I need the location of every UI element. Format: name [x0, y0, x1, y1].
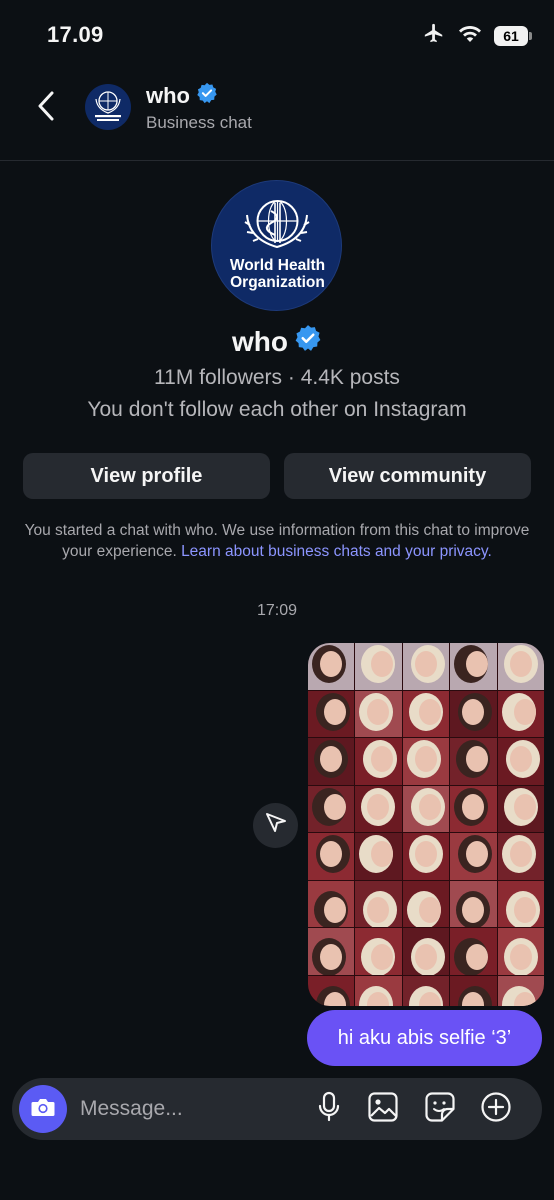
sticker-icon	[424, 1091, 456, 1128]
privacy-link[interactable]: Learn about business chats and your priv…	[181, 543, 492, 560]
wifi-icon	[458, 23, 482, 48]
chevron-left-icon	[36, 90, 56, 127]
share-button[interactable]	[253, 803, 298, 848]
business-chat-notice: You started a chat with who. We use info…	[10, 520, 544, 562]
collage-photo	[308, 975, 355, 1006]
collage-photo	[497, 738, 544, 785]
collage-photo	[308, 785, 355, 832]
send-icon	[264, 811, 288, 840]
who-logo: World Health Organization	[230, 200, 325, 291]
plus-circle-icon	[480, 1091, 512, 1128]
logo-text-line-2: Organization	[230, 274, 325, 291]
collage-photo	[355, 738, 402, 785]
collage-photo	[450, 975, 497, 1006]
profile-username: who	[232, 325, 288, 357]
gallery-button[interactable]	[366, 1091, 400, 1128]
sent-message-text: hi aku abis selfie ‘3’	[337, 1026, 512, 1049]
message-composer	[12, 1078, 542, 1140]
collage-photo	[355, 785, 402, 832]
collage-photo	[450, 880, 497, 927]
profile-avatar[interactable]: World Health Organization	[211, 180, 342, 311]
camera-button[interactable]	[19, 1085, 67, 1133]
collage-photo	[450, 928, 497, 975]
status-icons: 61	[422, 22, 532, 49]
collage-photo	[355, 690, 402, 737]
collage-photo	[308, 833, 355, 880]
photo-collage	[308, 643, 544, 1006]
sticker-button[interactable]	[423, 1091, 457, 1128]
collage-photo	[497, 643, 544, 690]
collage-photo	[402, 928, 450, 975]
collage-photo	[402, 833, 450, 880]
collage-photo	[450, 833, 497, 880]
camera-icon	[30, 1096, 56, 1123]
microphone-button[interactable]	[312, 1091, 346, 1128]
header-name[interactable]: who	[146, 82, 218, 110]
collage-photo	[497, 975, 544, 1006]
collage-photo	[308, 880, 355, 927]
collage-photo	[402, 738, 450, 785]
collage-photo	[308, 643, 355, 690]
profile-stats: 11M followers · 4.4K posts	[154, 366, 400, 389]
header-username: who	[146, 83, 190, 108]
collage-photo	[355, 928, 402, 975]
collage-photo	[497, 833, 544, 880]
collage-photo	[497, 690, 544, 737]
collage-photo	[308, 738, 355, 785]
profile-name: who	[0, 324, 554, 359]
who-logo-icon	[95, 91, 121, 121]
chat-header: who Business chat	[0, 70, 554, 161]
collage-photo	[355, 643, 402, 690]
collage-photo	[355, 880, 402, 927]
header-avatar[interactable]	[85, 84, 131, 130]
collage-photo	[355, 833, 402, 880]
collage-photo	[450, 690, 497, 737]
collage-photo	[308, 690, 355, 737]
more-button[interactable]	[479, 1091, 513, 1128]
collage-photo	[402, 643, 450, 690]
airplane-icon	[422, 22, 446, 49]
verified-badge-icon	[196, 82, 218, 110]
sent-message-bubble[interactable]: hi aku abis selfie ‘3’	[307, 1010, 542, 1066]
collage-photo	[402, 690, 450, 737]
collage-photo	[402, 785, 450, 832]
follow-status: You don't follow each other on Instagram	[87, 398, 467, 421]
status-time: 17.09	[47, 22, 104, 47]
message-input[interactable]	[80, 1094, 300, 1124]
collage-photo	[450, 738, 497, 785]
collage-photo	[402, 880, 450, 927]
view-profile-button[interactable]: View profile	[23, 453, 270, 499]
back-button[interactable]	[30, 88, 62, 128]
verified-badge-icon	[294, 324, 322, 359]
status-bar: 17.09 61	[0, 0, 554, 70]
collage-photo	[402, 975, 450, 1006]
image-icon	[367, 1091, 399, 1128]
view-community-button[interactable]: View community	[284, 453, 531, 499]
header-subtitle: Business chat	[146, 113, 252, 132]
collage-photo	[497, 928, 544, 975]
battery-level: 61	[503, 27, 519, 44]
collage-photo	[308, 928, 355, 975]
collage-photo	[497, 880, 544, 927]
collage-photo	[497, 785, 544, 832]
microphone-icon	[317, 1091, 341, 1128]
collage-photo	[450, 785, 497, 832]
photo-message[interactable]	[308, 643, 544, 1006]
logo-text-line-1: World Health	[230, 257, 325, 274]
message-timestamp: 17:09	[256, 602, 298, 619]
collage-photo	[355, 975, 402, 1006]
collage-photo	[450, 643, 497, 690]
battery-indicator: 61	[494, 25, 532, 46]
